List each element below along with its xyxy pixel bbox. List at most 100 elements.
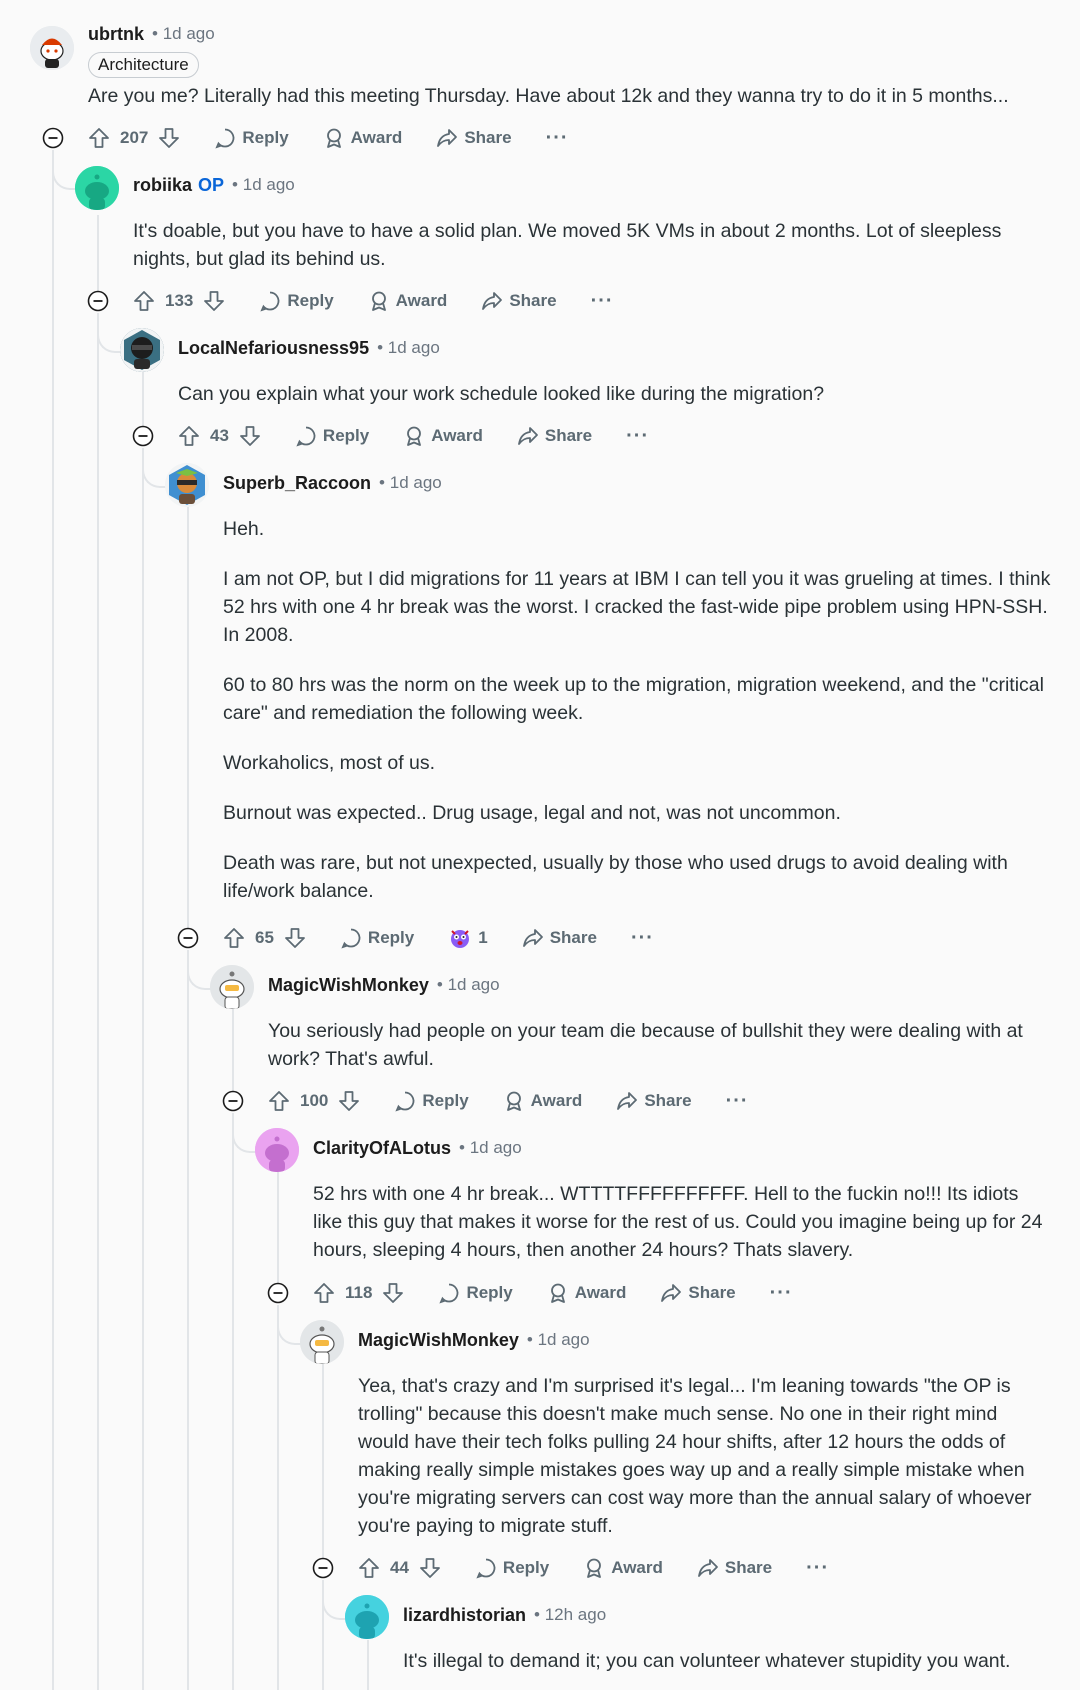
author-name[interactable]: MagicWishMonkey xyxy=(268,975,429,996)
reply-button[interactable]: Reply xyxy=(214,127,289,149)
timestamp[interactable]: 1d ago xyxy=(538,1330,590,1349)
award-button[interactable]: Award xyxy=(323,127,402,149)
downvote-icon[interactable] xyxy=(239,425,261,447)
award-button[interactable]: Award xyxy=(403,425,483,447)
share-button[interactable]: Share xyxy=(436,127,512,149)
avatar[interactable] xyxy=(300,1320,344,1364)
avatar[interactable] xyxy=(75,166,119,210)
share-button[interactable]: Share xyxy=(481,290,557,312)
upvote-icon[interactable] xyxy=(313,1282,335,1304)
share-label: Share xyxy=(509,291,557,310)
collapse-button[interactable] xyxy=(312,1557,334,1579)
downvote-icon[interactable] xyxy=(203,290,225,312)
reply-button[interactable]: Reply xyxy=(438,1282,513,1304)
author-name[interactable]: LocalNefariousness95 xyxy=(178,338,369,359)
award-button[interactable]: Award xyxy=(368,290,447,312)
comment-paragraph: I am not OP, but I did migrations for 11… xyxy=(223,568,1051,646)
award-button[interactable]: 1 xyxy=(448,926,488,950)
share-icon xyxy=(661,1284,682,1302)
comment-text: 52 hrs with one 4 hr break... WTTTTFFFFF… xyxy=(313,1183,1043,1261)
thread-line[interactable] xyxy=(187,950,189,1690)
collapse-button[interactable] xyxy=(267,1282,289,1304)
author-name[interactable]: MagicWishMonkey xyxy=(358,1330,519,1351)
share-button[interactable]: Share xyxy=(660,1282,736,1304)
comment-body: 52 hrs with one 4 hr break... WTTTTFFFFF… xyxy=(313,1180,1053,1264)
share-icon xyxy=(482,292,503,310)
collapse-icon xyxy=(177,927,199,949)
share-label: Share xyxy=(549,928,597,947)
timestamp[interactable]: 1d ago xyxy=(448,975,500,994)
comment-time: • 12h ago xyxy=(534,1605,607,1624)
more-options-button[interactable]: ··· xyxy=(631,927,654,950)
more-options-button[interactable]: ··· xyxy=(626,425,649,448)
comment-body: Heh. I am not OP, but I did migrations f… xyxy=(223,515,1053,905)
share-button[interactable]: Share xyxy=(616,1090,692,1112)
reply-icon xyxy=(476,1558,496,1579)
shocked-award-icon xyxy=(451,930,470,948)
thread-line[interactable] xyxy=(322,1580,324,1690)
thread-line[interactable] xyxy=(142,448,144,1690)
more-options-button[interactable]: ··· xyxy=(591,290,614,313)
avatar[interactable] xyxy=(345,1595,389,1639)
comment-body: Yea, that's crazy and I'm surprised it's… xyxy=(358,1372,1053,1540)
collapse-button[interactable] xyxy=(42,127,64,149)
upvote-icon[interactable] xyxy=(133,290,155,312)
avatar[interactable] xyxy=(120,328,164,372)
more-options-button[interactable]: ··· xyxy=(770,1282,793,1305)
more-options-button[interactable]: ··· xyxy=(726,1090,749,1113)
avatar[interactable] xyxy=(165,463,209,507)
share-button[interactable]: Share xyxy=(517,425,592,447)
thread-line[interactable] xyxy=(52,150,54,1690)
share-button[interactable]: Share xyxy=(697,1557,772,1579)
reply-button[interactable]: Reply xyxy=(394,1090,469,1112)
collapse-button[interactable] xyxy=(87,290,109,312)
thread-line[interactable] xyxy=(277,1305,279,1690)
timestamp[interactable]: 1d ago xyxy=(470,1138,522,1157)
upvote-icon[interactable] xyxy=(358,1557,380,1579)
author-name[interactable]: ClarityOfALotus xyxy=(313,1138,451,1159)
timestamp[interactable]: 1d ago xyxy=(243,175,295,194)
timestamp[interactable]: 1d ago xyxy=(163,24,215,43)
downvote-icon[interactable] xyxy=(419,1557,441,1579)
comment-text: Can you explain what your work schedule … xyxy=(178,383,825,405)
comment-text: Are you me? Literally had this meeting T… xyxy=(88,85,1009,107)
downvote-icon[interactable] xyxy=(158,127,180,149)
collapse-button[interactable] xyxy=(177,927,199,949)
thread-line[interactable] xyxy=(97,313,99,1690)
comment-actions: 100 Reply Award Share ··· xyxy=(268,1083,783,1119)
reply-button[interactable]: Reply xyxy=(295,425,369,447)
vote-control: 207 xyxy=(88,127,180,149)
more-options-button[interactable]: ··· xyxy=(806,1557,829,1580)
author-name[interactable]: ubrtnk xyxy=(88,24,144,45)
upvote-icon[interactable] xyxy=(178,425,200,447)
thread-line[interactable] xyxy=(232,1113,234,1690)
snoo-avatar-icon xyxy=(210,965,254,1009)
collapse-button[interactable] xyxy=(222,1090,244,1112)
timestamp[interactable]: 1d ago xyxy=(390,473,442,492)
author-name[interactable]: robiika xyxy=(133,175,192,196)
upvote-icon[interactable] xyxy=(88,127,110,149)
more-options-button[interactable]: ··· xyxy=(546,127,569,150)
reply-button[interactable]: Reply xyxy=(340,927,414,949)
comment-actions: 65 Reply 1 Share ··· xyxy=(223,920,688,956)
timestamp[interactable]: 12h ago xyxy=(545,1605,606,1624)
downvote-icon[interactable] xyxy=(382,1282,404,1304)
reply-button[interactable]: Reply xyxy=(475,1557,549,1579)
upvote-icon[interactable] xyxy=(268,1090,290,1112)
share-button[interactable]: Share xyxy=(522,927,597,949)
reply-button[interactable]: Reply xyxy=(259,290,334,312)
award-button[interactable]: Award xyxy=(503,1090,582,1112)
avatar[interactable] xyxy=(30,26,74,70)
collapse-button[interactable] xyxy=(132,425,154,447)
avatar[interactable] xyxy=(210,965,254,1009)
downvote-icon[interactable] xyxy=(338,1090,360,1112)
avatar[interactable] xyxy=(255,1128,299,1172)
timestamp[interactable]: 1d ago xyxy=(388,338,440,357)
comment-time: • 1d ago xyxy=(379,473,442,492)
author-name[interactable]: lizardhistorian xyxy=(403,1605,526,1626)
author-name[interactable]: Superb_Raccoon xyxy=(223,473,371,494)
upvote-icon[interactable] xyxy=(223,927,245,949)
award-button[interactable]: Award xyxy=(547,1282,626,1304)
downvote-icon[interactable] xyxy=(284,927,306,949)
award-button[interactable]: Award xyxy=(583,1557,663,1579)
